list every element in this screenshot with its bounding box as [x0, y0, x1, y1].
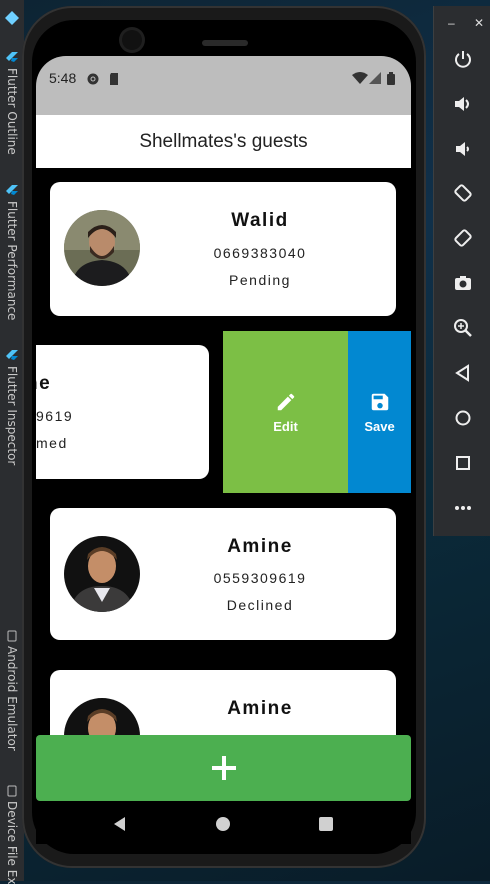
guest-card[interactable]: Walid 0669383040 Pending	[50, 182, 396, 316]
front-camera	[122, 30, 142, 50]
status-bar: 5:48	[36, 56, 411, 115]
avatar	[64, 210, 140, 286]
zoom-icon	[454, 319, 472, 337]
close-button[interactable]: ✕	[474, 16, 484, 30]
rotate-left-icon	[454, 184, 472, 202]
emulator-toolbar: – ✕	[433, 6, 490, 536]
battery-icon	[387, 72, 395, 85]
volume-down-icon	[456, 142, 469, 156]
emu-overview-button[interactable]	[452, 452, 474, 474]
gear-icon	[87, 73, 99, 85]
device-icon	[7, 630, 17, 642]
signal-icon	[369, 72, 381, 84]
tool-flutter-inspector[interactable]: Flutter Inspector	[2, 350, 22, 465]
guest-phone: 9619	[36, 408, 74, 424]
tool-label: Flutter Inspector	[5, 366, 19, 466]
ide-tool-strip: Flutter Outline Flutter Performance Flut…	[0, 0, 24, 884]
guest-status: med	[36, 435, 68, 451]
plus-icon	[211, 756, 236, 780]
pencil-icon	[277, 393, 294, 410]
volume-up-button[interactable]	[452, 93, 474, 115]
power-icon	[455, 51, 471, 68]
back-icon[interactable]	[113, 817, 127, 831]
home-icon	[455, 410, 471, 426]
tool-label: Android Emulator	[5, 646, 19, 751]
system-nav-bar	[36, 801, 411, 844]
phone-screen: 5:48 Shellmates's guests Walid 066938304…	[36, 56, 411, 844]
volume-up-icon	[455, 97, 469, 111]
tool-device-file-explorer[interactable]: Device File Ex	[2, 785, 22, 884]
page-title: Shellmates's guests	[139, 130, 308, 152]
guest-name: Amine	[227, 536, 293, 557]
rotate-right-icon	[454, 229, 472, 247]
guest-phone: 0559309619	[213, 570, 307, 586]
guest-name: Amine	[227, 698, 293, 719]
wifi-icon	[352, 72, 368, 84]
status-time: 5:48	[49, 70, 77, 86]
sim-card-icon	[110, 73, 118, 85]
device-icon	[7, 785, 17, 797]
edit-button[interactable]: Edit	[223, 331, 348, 493]
rotate-left-button[interactable]	[452, 182, 474, 204]
camera-icon	[455, 276, 471, 290]
zoom-button[interactable]	[452, 317, 474, 339]
tool-flutter-outline[interactable]: Flutter Outline	[2, 52, 22, 155]
volume-down-button[interactable]	[452, 138, 474, 160]
screenshot-button[interactable]	[452, 272, 474, 294]
guest-card[interactable]: Amine 0559309619 Declined	[50, 508, 396, 640]
flutter-icon	[6, 185, 18, 195]
rotate-right-button[interactable]	[452, 227, 474, 249]
app-bar: Shellmates's guests	[36, 115, 411, 168]
guest-status: Pending	[229, 272, 291, 288]
flutter-icon	[6, 350, 18, 360]
avatar	[64, 536, 140, 612]
ide-logo-icon	[2, 10, 22, 26]
guest-phone: 0669383040	[213, 245, 307, 261]
emu-back-button[interactable]	[452, 362, 474, 384]
flutter-icon	[6, 52, 18, 62]
more-button[interactable]	[452, 497, 474, 519]
save-label: Save	[364, 418, 395, 434]
home-icon[interactable]	[216, 817, 230, 831]
save-button[interactable]: Save	[348, 331, 411, 493]
add-guest-button[interactable]	[36, 735, 411, 801]
earpiece-speaker	[202, 40, 248, 46]
tool-android-emulator[interactable]: Android Emulator	[2, 630, 22, 751]
overview-icon[interactable]	[319, 817, 333, 831]
emu-home-button[interactable]	[452, 407, 474, 429]
tool-label: Flutter Outline	[5, 68, 19, 155]
save-icon	[371, 393, 388, 410]
guest-name: Walid	[231, 210, 289, 231]
tool-label: Device File Ex	[5, 801, 19, 884]
power-button[interactable]	[452, 48, 474, 70]
guest-name: ne	[36, 373, 52, 394]
back-icon	[455, 364, 469, 382]
more-icon	[455, 506, 471, 510]
guest-card-swiped[interactable]: ne 9619 med	[36, 345, 209, 479]
edit-label: Edit	[273, 418, 298, 434]
overview-icon	[456, 456, 470, 470]
minimize-button[interactable]: –	[448, 16, 455, 30]
tool-label: Flutter Performance	[5, 201, 19, 321]
tool-flutter-performance[interactable]: Flutter Performance	[2, 185, 22, 320]
guest-status: Declined	[226, 597, 294, 613]
